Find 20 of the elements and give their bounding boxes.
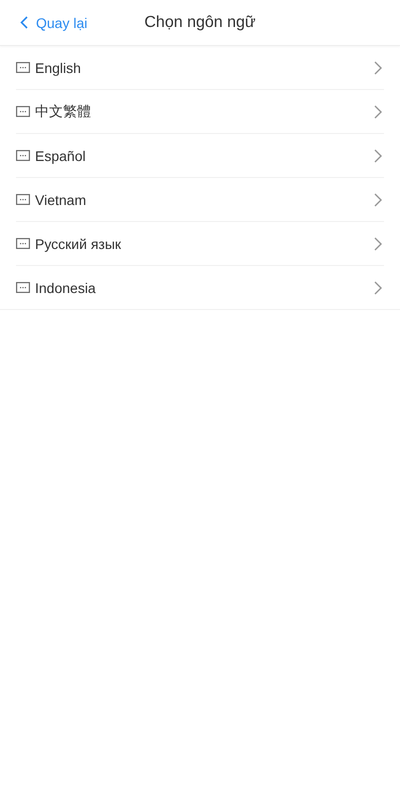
language-item[interactable]: Español [16,134,384,178]
chevron-right-icon [374,280,382,294]
page-title: Chọn ngôn ngữ [144,14,256,32]
message-icon [16,150,30,161]
chevron-right-icon [374,148,382,162]
language-item[interactable]: English [16,46,384,90]
language-item[interactable]: Русский язык [16,222,384,266]
message-icon [16,238,30,249]
message-icon [16,106,30,117]
chevron-right-icon [374,192,382,206]
back-chevron-icon [20,16,28,29]
language-item[interactable]: Vietnam [16,178,384,222]
chevron-right-icon [374,236,382,250]
message-icon [16,282,30,293]
chevron-right-icon [374,60,382,74]
chevron-right-icon [374,104,382,118]
message-icon [16,194,30,205]
language-item[interactable]: Indonesia [0,266,400,310]
language-item[interactable]: 中文繁體 [16,90,384,134]
message-icon [16,62,30,73]
